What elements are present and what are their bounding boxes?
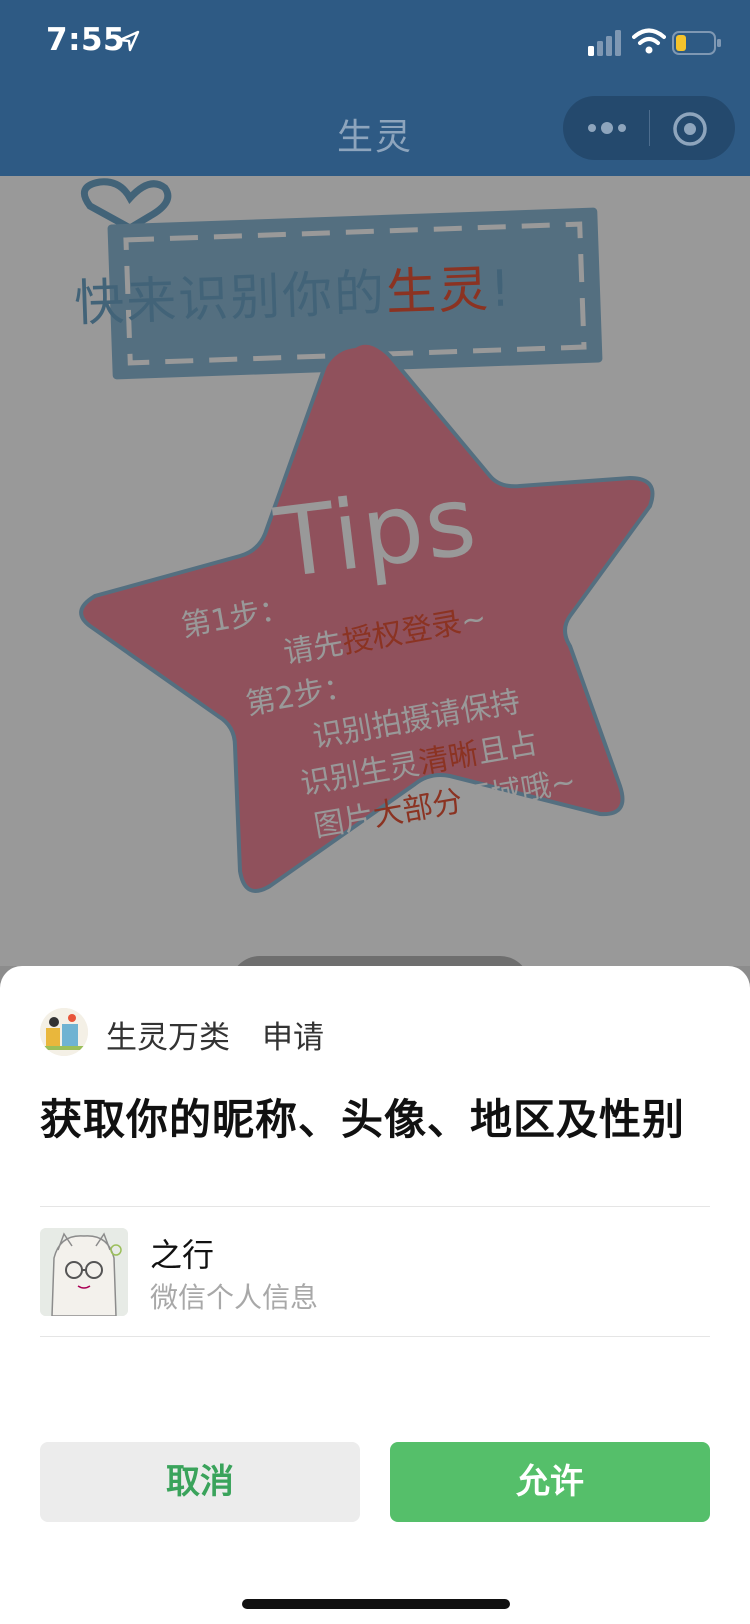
app-logo: [40, 1008, 88, 1056]
user-nickname: 之行: [150, 1236, 215, 1274]
wifi-icon: [632, 28, 666, 54]
user-info-subtitle: 微信个人信息: [150, 1281, 319, 1314]
nav-bar: 生灵: [0, 88, 750, 176]
cancel-button[interactable]: 取消: [40, 1442, 360, 1522]
status-time: 7:55: [46, 22, 126, 58]
target-icon[interactable]: [671, 110, 709, 148]
divider-top: [40, 1206, 710, 1207]
permission-title: 获取你的昵称、头像、地区及性别: [40, 1095, 686, 1144]
divider-bottom: [40, 1336, 710, 1337]
status-bar: 7:55: [0, 0, 750, 88]
user-profile-option[interactable]: 之行 微信个人信息: [40, 1228, 710, 1318]
app-request-label: 申请: [262, 1020, 324, 1056]
home-indicator: [242, 1599, 510, 1609]
avatar-image: [40, 1228, 128, 1316]
app-name: 生灵万类: [106, 1020, 230, 1056]
avatar: [40, 1228, 128, 1316]
battery-icon: [672, 31, 721, 55]
location-arrow-icon: [118, 30, 140, 52]
app-logo-image: [40, 1008, 88, 1056]
capsule-divider: [649, 110, 650, 146]
allow-button[interactable]: 允许: [390, 1442, 710, 1522]
cellular-signal-icon: [588, 30, 621, 56]
more-icon[interactable]: [585, 118, 629, 138]
auth-sheet: 生灵万类 申请 获取你的昵称、头像、地区及性别 之行 微信个人信息 取消 允许: [0, 966, 750, 1624]
mini-program-capsule: [563, 96, 735, 160]
